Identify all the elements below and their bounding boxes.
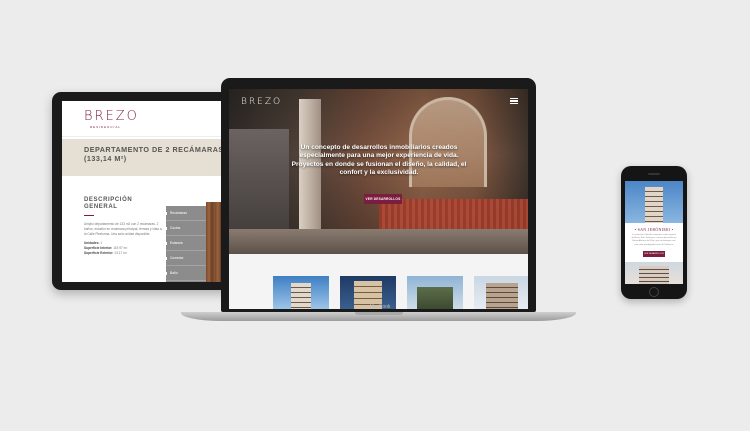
development-thumbnail[interactable] bbox=[273, 276, 329, 309]
phone-speaker bbox=[648, 173, 660, 175]
development-thumbnail[interactable] bbox=[407, 276, 463, 309]
laptop-device: BREZO Un concepto de desarrollos inmobil… bbox=[221, 78, 536, 312]
phone-bottom-building bbox=[639, 266, 669, 284]
room-menu-item[interactable]: Comedor bbox=[166, 251, 206, 266]
heading-rule bbox=[84, 214, 94, 216]
phone-device: • SAN JERÓNIMO • La solución al diseño c… bbox=[621, 166, 687, 299]
spec-exterior-label: Superficie Exterior: bbox=[84, 250, 114, 255]
unit-title: DEPARTAMENTO DE 2 RECÁMARAS (133,14 M²) bbox=[84, 145, 224, 163]
spec-exterior: Superficie Exterior: 13.17 m² bbox=[84, 251, 164, 256]
development-thumbnails bbox=[229, 254, 528, 309]
room-menu-item[interactable]: Baño bbox=[166, 266, 206, 281]
phone-screen: • SAN JERÓNIMO • La solución al diseño c… bbox=[625, 181, 683, 284]
description-text: Amplio departamento de 133 m2 con 2 recá… bbox=[84, 221, 162, 236]
room-menu-item[interactable]: Estancia bbox=[166, 236, 206, 251]
phone-bottom-image bbox=[625, 262, 683, 284]
spec-units-value: 1 bbox=[100, 240, 103, 245]
laptop-notch bbox=[355, 312, 403, 315]
hero-tagline: Un concepto de desarrollos inmobiliarios… bbox=[291, 144, 467, 177]
development-thumbnail[interactable] bbox=[474, 276, 528, 309]
spec-interior-value: 119.97 m² bbox=[113, 245, 128, 250]
room-menu: Recámaras Cocina Estancia Comedor Baño bbox=[166, 206, 206, 282]
phone-hero-building bbox=[645, 187, 663, 223]
hero-banner: BREZO Un concepto de desarrollos inmobil… bbox=[229, 89, 528, 254]
laptop-brand-label: MacBook bbox=[369, 304, 391, 310]
hamburger-menu-icon[interactable] bbox=[510, 98, 518, 104]
spec-interior-label: Superficie Interior: bbox=[84, 245, 113, 250]
phone-development-title: • SAN JERÓNIMO • bbox=[634, 227, 674, 232]
phone-view-developments-button[interactable]: VER DESARROLLOS bbox=[643, 251, 665, 257]
spec-exterior-value: 13.17 m² bbox=[114, 250, 127, 255]
phone-home-button[interactable] bbox=[649, 287, 659, 297]
specs: Unidades: 1 Superficie Interior: 119.97 … bbox=[84, 241, 164, 256]
room-menu-item[interactable]: Cocina bbox=[166, 221, 206, 236]
hero-floor bbox=[229, 229, 528, 254]
spec-units-label: Unidades: bbox=[84, 240, 100, 245]
view-developments-button[interactable]: VER DESARROLLOS bbox=[364, 194, 402, 204]
tablet-description: DESCRIPCIÓN GENERAL Amplio departamento … bbox=[84, 197, 164, 256]
laptop-screen: BREZO Un concepto de desarrollos inmobil… bbox=[229, 89, 528, 309]
phone-hero-image bbox=[625, 181, 683, 223]
site-logo[interactable]: BREZO bbox=[241, 97, 282, 107]
room-menu-item[interactable]: Recámaras bbox=[166, 206, 206, 221]
phone-description: La solución al diseño comienza cada aspe… bbox=[631, 234, 677, 246]
description-heading: DESCRIPCIÓN GENERAL bbox=[84, 197, 133, 211]
